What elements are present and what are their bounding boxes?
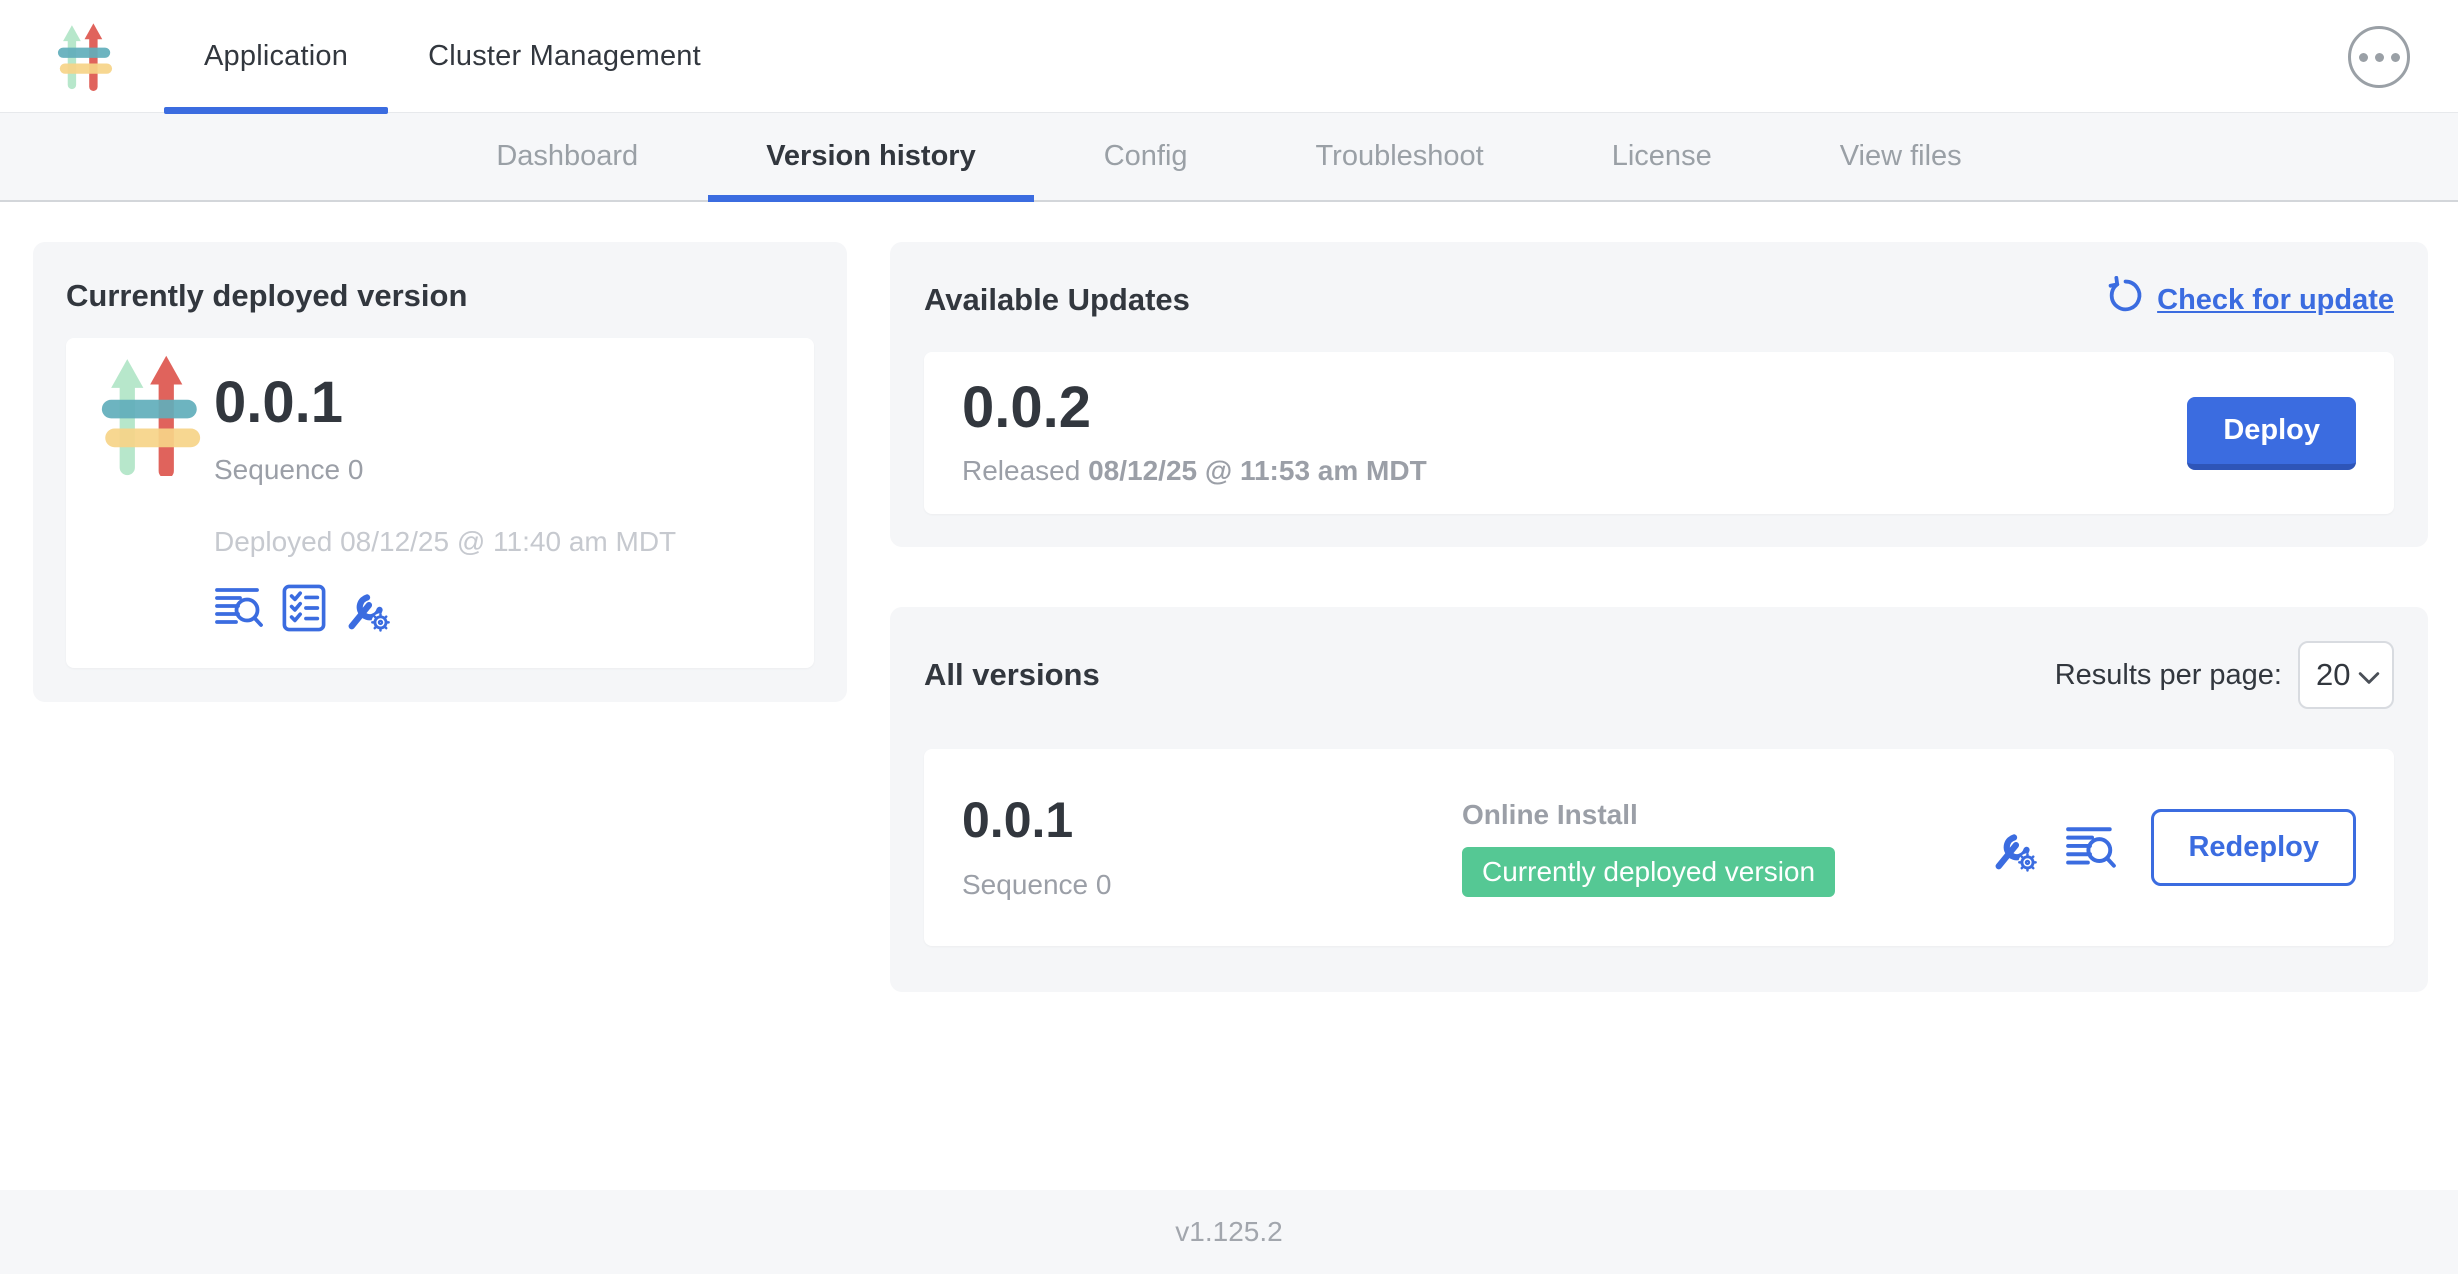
deployed-action-icons <box>214 584 676 632</box>
update-version-number: 0.0.2 <box>962 379 1427 437</box>
deployed-card-title: Currently deployed version <box>66 278 814 314</box>
deploy-button[interactable]: Deploy <box>2187 397 2356 470</box>
deployed-version-panel: 0.0.1 Sequence 0 Deployed 08/12/25 @ 11:… <box>66 338 814 668</box>
subnav-version-history[interactable]: Version history <box>702 113 1040 200</box>
check-for-update-label: Check for update <box>2157 284 2394 317</box>
row-sequence: Sequence 0 <box>962 869 1111 901</box>
row-version-number: 0.0.1 <box>962 795 1111 845</box>
status-badge: Currently deployed version <box>1462 847 1835 897</box>
ellipsis-icon <box>2359 53 2368 62</box>
available-update-row: 0.0.2 Released 08/12/25 @ 11:53 am MDT D… <box>924 352 2394 514</box>
check-for-update-link[interactable]: Check for update <box>2105 276 2394 324</box>
console-footer: v1.125.2 <box>0 1190 2458 1274</box>
subnav-dashboard[interactable]: Dashboard <box>432 113 702 200</box>
available-updates-card: Available Updates Check for update 0.0.2 <box>890 242 2428 547</box>
version-row: 0.0.1 Sequence 0 Online Install Currentl… <box>924 749 2394 946</box>
deployed-version-number: 0.0.1 <box>214 374 676 432</box>
all-versions-title: All versions <box>924 657 1100 693</box>
preflight-checks-icon[interactable] <box>282 584 326 632</box>
edit-config-icon[interactable] <box>344 584 392 632</box>
tab-cluster-management[interactable]: Cluster Management <box>388 0 741 113</box>
tab-application-label: Application <box>204 40 348 73</box>
chevron-down-icon <box>2358 657 2380 693</box>
subnav-config[interactable]: Config <box>1040 113 1252 200</box>
deployed-timestamp: Deployed 08/12/25 @ 11:40 am MDT <box>214 526 676 558</box>
available-updates-title: Available Updates <box>924 282 1190 318</box>
app-logo-icon <box>57 20 113 92</box>
tab-cluster-management-label: Cluster Management <box>428 40 701 73</box>
app-subnav: Dashboard Version history Config Trouble… <box>0 113 2458 202</box>
deployed-sequence: Sequence 0 <box>214 454 676 486</box>
view-logs-icon[interactable] <box>214 585 264 631</box>
console-version: v1.125.2 <box>1175 1216 1282 1248</box>
subnav-troubleshoot[interactable]: Troubleshoot <box>1252 113 1548 200</box>
all-versions-card: All versions Results per page: 20 <box>890 607 2428 992</box>
subnav-license[interactable]: License <box>1548 113 1776 200</box>
subnav-view-files[interactable]: View files <box>1776 113 2026 200</box>
redeploy-button[interactable]: Redeploy <box>2151 809 2356 886</box>
results-per-page-value: 20 <box>2316 657 2350 693</box>
app-logo-icon <box>100 354 202 470</box>
results-per-page-select[interactable]: 20 <box>2298 641 2394 709</box>
tab-application[interactable]: Application <box>164 0 388 113</box>
overflow-menu-button[interactable] <box>2348 26 2410 88</box>
version-history-page: Currently deployed version 0.0.1 Sequenc… <box>0 202 2458 992</box>
edit-config-icon[interactable] <box>1991 824 2039 872</box>
install-type-label: Online Install <box>1462 799 1835 831</box>
app-level-tabs: Application Cluster Management <box>164 0 741 113</box>
update-released-line: Released 08/12/25 @ 11:53 am MDT <box>962 455 1427 487</box>
results-per-page-label: Results per page: <box>2055 659 2282 692</box>
right-column: Available Updates Check for update 0.0.2 <box>890 242 2428 992</box>
refresh-icon <box>2105 276 2145 324</box>
currently-deployed-card: Currently deployed version 0.0.1 Sequenc… <box>33 242 847 702</box>
app-header: Application Cluster Management <box>0 0 2458 113</box>
update-released-timestamp: 08/12/25 @ 11:53 am MDT <box>1088 455 1427 486</box>
view-logs-icon[interactable] <box>2065 824 2117 872</box>
